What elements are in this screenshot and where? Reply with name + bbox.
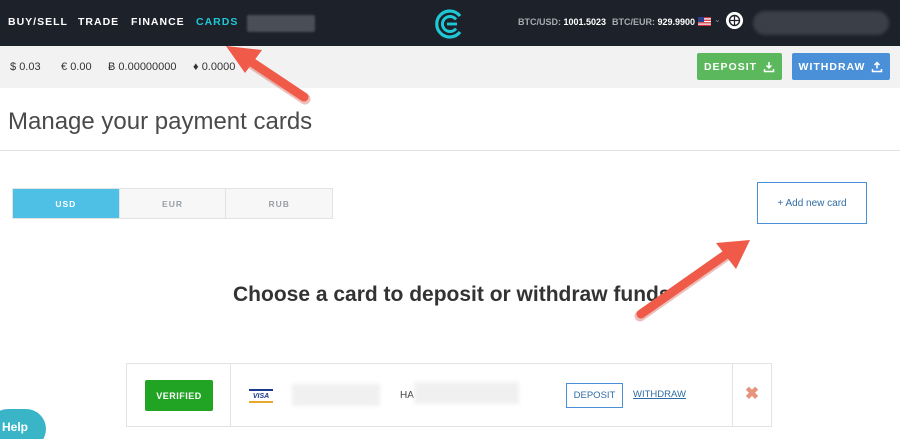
deposit-button[interactable]: DEPOSIT [697, 53, 782, 80]
us-flag-icon[interactable] [698, 17, 711, 26]
nav-trade[interactable]: TRADE [78, 16, 119, 28]
balance-eth: ♦ 0.0000 [193, 61, 235, 73]
section-heading: Choose a card to deposit or withdraw fun… [233, 283, 671, 306]
page-title: Manage your payment cards [8, 108, 313, 135]
help-button[interactable]: Help [0, 409, 46, 439]
download-icon [763, 61, 775, 72]
currency-symbol: $ [10, 61, 17, 73]
divider [0, 150, 900, 151]
balance-usd: $ 0.03 [10, 61, 41, 73]
card-row: VERIFIED VISA HA DEPOSIT WITHDRAW ✖ [126, 363, 772, 427]
tab-usd[interactable]: USD [13, 189, 120, 218]
card-deposit-button[interactable]: DEPOSIT [566, 383, 623, 408]
top-nav: BUY/SELL TRADE FINANCE CARDS BTC/USD: 10… [0, 0, 900, 46]
remove-card-icon[interactable]: ✖ [744, 384, 760, 404]
globe-icon[interactable] [726, 12, 743, 29]
currency-symbol: € [61, 61, 68, 73]
chevron-down-icon[interactable]: ⌄ [714, 15, 721, 24]
account-menu-redacted[interactable] [753, 11, 889, 35]
rate-btc-eur: BTC/EUR: 929.9900 [612, 17, 695, 27]
cex-logo-icon[interactable] [434, 8, 466, 40]
nav-cards[interactable]: CARDS [196, 16, 238, 28]
balance-value: 0.03 [19, 61, 41, 73]
withdraw-button[interactable]: WITHDRAW [792, 53, 890, 80]
upload-icon [872, 60, 883, 72]
withdraw-button-label: WITHDRAW [798, 60, 866, 73]
nav-buy-sell[interactable]: BUY/SELL [8, 16, 68, 28]
card-withdraw-link[interactable]: WITHDRAW [633, 389, 686, 400]
redacted-cardholder-name [414, 382, 519, 404]
rate-label: BTC/EUR: [612, 17, 655, 27]
add-new-card-button[interactable]: + Add new card [757, 182, 867, 224]
balance-eur: € 0.00 [61, 61, 92, 73]
tab-rub[interactable]: RUB [226, 189, 333, 218]
rate-label: BTC/USD: [518, 17, 561, 27]
nav-redacted-item[interactable] [247, 15, 315, 32]
page-root: BUY/SELL TRADE FINANCE CARDS BTC/USD: 10… [0, 0, 900, 439]
verified-badge: VERIFIED [145, 380, 213, 411]
row-divider [732, 364, 733, 426]
redacted-card-number [292, 384, 380, 406]
row-divider [230, 364, 231, 426]
balance-value: 0.00000000 [118, 61, 177, 73]
deposit-button-label: DEPOSIT [703, 60, 758, 73]
tab-eur[interactable]: EUR [119, 189, 227, 218]
visa-logo-icon: VISA [249, 389, 273, 403]
rate-btc-usd: BTC/USD: 1001.5023 [518, 17, 606, 27]
currency-tabs: USD EUR RUB [12, 188, 333, 219]
rate-value: 929.9900 [657, 17, 696, 27]
currency-symbol: Ƀ [108, 61, 116, 73]
balance-value: 0.0000 [201, 61, 236, 73]
cardholder-name: HA [400, 390, 414, 401]
nav-finance[interactable]: FINANCE [131, 16, 185, 28]
currency-symbol: ♦ [193, 61, 199, 73]
balance-value: 0.00 [70, 61, 92, 73]
rate-value: 1001.5023 [563, 17, 607, 27]
balance-btc: Ƀ 0.00000000 [108, 61, 177, 73]
